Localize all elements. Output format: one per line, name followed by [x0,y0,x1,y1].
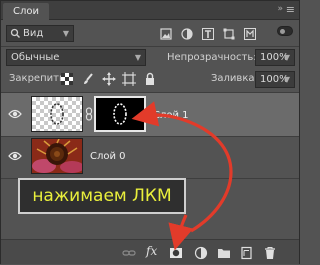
fill-label: Заливка: [211,73,258,84]
link-chain-icon[interactable] [85,107,93,121]
filter-adjustment-icon[interactable] [181,28,193,40]
arrow-to-mask-button [168,214,194,251]
instruction-callout: нажимаем ЛКМ [18,178,186,214]
layer-row-1[interactable]: Слой 1 [1,93,299,137]
layer-thumbnail[interactable] [31,96,83,132]
layer-name[interactable]: Слой 0 [90,151,126,163]
new-layer-icon[interactable] [240,246,254,260]
fx-icon[interactable]: fx [146,244,164,258]
add-mask-icon[interactable] [169,246,183,260]
blend-mode-value: Обычные [11,52,60,63]
chevron-down-icon: ▼ [62,29,69,38]
filter-toggle[interactable] [277,26,293,36]
tab-layers[interactable]: Слои [3,3,49,20]
lock-artboard-icon[interactable] [122,72,136,86]
lock-image-pixels-icon[interactable] [81,72,95,86]
chevron-down-icon: ▼ [283,53,290,62]
filter-kind-value: Вид [23,28,44,39]
filter-type-icon[interactable] [202,28,214,40]
layer-name[interactable]: Слой 1 [153,110,189,122]
search-icon [10,26,21,46]
folder-icon[interactable] [217,246,231,260]
chevron-down-icon: ▼ [283,75,290,84]
eye-icon[interactable] [8,150,22,162]
lock-position-icon[interactable] [102,72,116,86]
adjustment-layer-icon[interactable] [194,246,208,260]
layer-thumbnail[interactable] [31,138,83,174]
opacity-field[interactable]: 100% ▼ [255,49,295,66]
blend-mode-select[interactable]: Обычные ▼ [6,49,146,66]
layers-panel: Слои » ≡ Вид ▼ Обычные ▼ Непрозрачность:… [0,0,300,264]
layers-bottom-toolbar: fx [1,239,299,264]
layer-row-0[interactable]: Слой 0 [1,135,299,179]
panel-menu-icon[interactable]: ≡ [286,3,295,16]
callout-text: нажимаем ЛКМ [32,186,172,206]
fill-field[interactable]: 100% ▼ [255,71,295,88]
layer-mask-thumbnail[interactable] [94,96,146,132]
panel-tab-bar: Слои » ≡ [1,1,299,20]
filter-pixel-icon[interactable] [160,28,172,40]
filter-kind-select[interactable]: Вид ▼ [6,25,74,42]
eye-icon[interactable] [8,108,22,120]
trash-icon[interactable] [263,246,277,260]
opacity-label: Непрозрачность: [167,52,257,63]
divider [1,46,299,47]
lock-all-icon[interactable] [143,72,157,86]
chevron-down-icon: ▼ [134,53,141,62]
filter-smart-object-icon[interactable] [244,28,256,40]
lock-transparent-pixels-icon[interactable] [60,72,74,86]
link-layers-icon[interactable] [122,246,136,260]
filter-shape-icon[interactable] [223,28,235,40]
collapse-icon[interactable]: » [277,4,283,14]
